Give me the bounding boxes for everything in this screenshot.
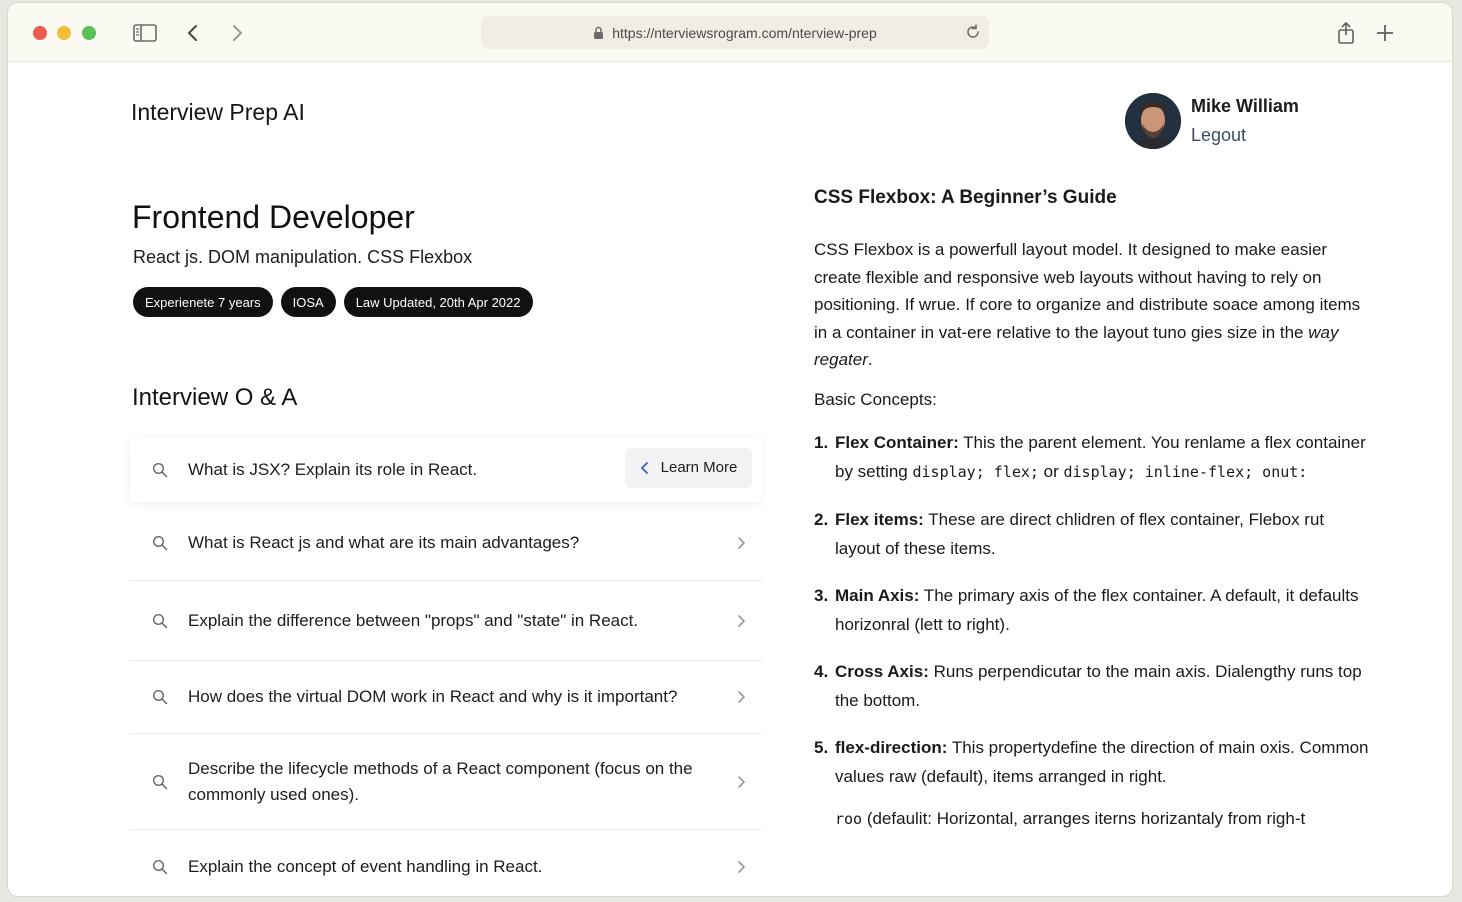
concept-term: Cross Axis: xyxy=(835,661,929,681)
concept-item: 4. Cross Axis: Runs perpendicutar to the… xyxy=(814,657,1374,715)
learn-more-label: Learn More xyxy=(660,459,738,476)
concept-number: 5. xyxy=(814,737,829,757)
badge-group: Experienete 7 years IOSA Law Updated, 20… xyxy=(133,287,533,317)
chevron-right-icon xyxy=(737,689,746,705)
code-snippet: display; flex; xyxy=(912,462,1039,481)
qa-question: Explain the difference between "props" a… xyxy=(188,610,639,630)
qa-question: Explain the concept of event handling in… xyxy=(188,857,543,876)
browser-toolbar: https://nterviewsrogram.com/nterview-pre… xyxy=(8,3,1452,62)
qa-item[interactable]: Explain the difference between "props" a… xyxy=(130,581,762,661)
intro-end: . xyxy=(867,350,873,369)
url-text: https://nterviewsrogram.com/nterview-pre… xyxy=(612,24,877,41)
job-title: Frontend Developer xyxy=(132,199,415,235)
intro-text: CSS Flexbox is a powerfull layout model.… xyxy=(814,240,1361,342)
qa-item[interactable]: How does the virtual DOM work in React a… xyxy=(130,661,762,734)
article-continuation: roo (defaulit: Horizontal, arranges iter… xyxy=(835,809,1374,829)
reload-icon[interactable] xyxy=(965,24,981,40)
concept-number: 4. xyxy=(814,661,829,681)
search-icon xyxy=(152,689,168,705)
page-content: Interview Prep AI Mike William Legout Fr… xyxy=(8,63,1452,896)
chevron-left-icon xyxy=(640,461,649,475)
updated-badge: Law Updated, 20th Apr 2022 xyxy=(343,287,533,317)
answer-article: CSS Flexbox: A Beginner’s Guide CSS Flex… xyxy=(814,187,1374,829)
concept-term: Flex Container: xyxy=(835,432,959,452)
code-snippet: display; inline-flex; onut: xyxy=(1063,462,1308,481)
concept-number: 1. xyxy=(814,432,829,452)
qa-item[interactable]: Describe the lifecycle methods of a Reac… xyxy=(130,734,762,830)
concept-term: flex-direction: xyxy=(835,737,948,757)
chevron-right-icon xyxy=(737,774,746,790)
concept-item: 1. Flex Container: This the parent eleme… xyxy=(814,428,1374,487)
minimize-window-button[interactable] xyxy=(57,26,71,40)
logout-link[interactable]: Legout xyxy=(1191,125,1299,146)
experience-badge: Experienete 7 years xyxy=(133,287,273,317)
concept-term: Flex items: xyxy=(835,509,924,529)
avatar[interactable] xyxy=(1125,93,1181,149)
search-icon xyxy=(152,613,168,629)
article-intro: CSS Flexbox is a powerfull layout model.… xyxy=(814,236,1374,374)
concept-term: Main Axis: xyxy=(835,585,920,605)
user-name: Mike William xyxy=(1191,96,1299,116)
concepts-list: 1. Flex Container: This the parent eleme… xyxy=(814,428,1374,791)
qa-question: What is React js and what are its main a… xyxy=(188,532,580,552)
learn-more-button[interactable]: Learn More xyxy=(625,448,752,488)
browser-window: https://nterviewsrogram.com/nterview-pre… xyxy=(8,3,1452,896)
concept-text: or xyxy=(1038,461,1064,481)
maximize-window-button[interactable] xyxy=(82,26,96,40)
concept-number: 2. xyxy=(814,509,829,529)
continuation-text: (defaulit: Horizontal, arranges iterns h… xyxy=(862,808,1306,828)
qa-item[interactable]: What is React js and what are its main a… xyxy=(130,505,762,581)
article-title: CSS Flexbox: A Beginner’s Guide xyxy=(814,187,1117,208)
qa-question: What is JSX? Explain its role in React. xyxy=(188,460,478,479)
sidebar-toggle-icon[interactable] xyxy=(132,20,158,46)
tag-badge: IOSA xyxy=(280,287,336,317)
concept-item: 2. Flex items: These are direct chlidren… xyxy=(814,505,1374,563)
chevron-right-icon xyxy=(737,613,746,629)
new-tab-icon[interactable] xyxy=(1372,20,1398,46)
code-snippet: roo xyxy=(835,809,863,828)
search-icon xyxy=(152,774,168,790)
address-bar[interactable]: https://nterviewsrogram.com/nterview-pre… xyxy=(481,16,989,49)
close-window-button[interactable] xyxy=(33,26,47,40)
search-icon xyxy=(152,859,168,875)
back-icon[interactable] xyxy=(180,20,206,46)
qa-item[interactable]: Explain the concept of event handling in… xyxy=(130,830,762,896)
lock-icon xyxy=(593,26,604,40)
app-title: Interview Prep AI xyxy=(131,99,305,125)
concept-item: 3. Main Axis: The primary axis of the fl… xyxy=(814,581,1374,639)
concept-number: 3. xyxy=(814,585,829,605)
qa-question: How does the virtual DOM work in React a… xyxy=(188,687,678,706)
qa-item[interactable]: What is JSX? Explain its role in React. … xyxy=(130,438,762,502)
chevron-right-icon xyxy=(737,859,746,875)
user-profile: Mike William Legout xyxy=(1125,93,1299,149)
qa-list: What is JSX? Explain its role in React. … xyxy=(130,438,762,896)
forward-icon[interactable] xyxy=(224,20,250,46)
qa-section-title: Interview O & A xyxy=(132,384,298,411)
concept-item: 5. flex-direction: This propertydefine t… xyxy=(814,733,1374,791)
qa-question: Describe the lifecycle methods of a Reac… xyxy=(188,758,693,804)
share-icon[interactable] xyxy=(1333,20,1359,46)
chevron-right-icon xyxy=(737,535,746,551)
search-icon xyxy=(152,535,168,551)
job-skills: React js. DOM manipulation. CSS Flexbox xyxy=(133,247,473,267)
basic-concepts-heading: Basic Concepts: xyxy=(814,389,937,409)
search-icon xyxy=(152,462,168,478)
